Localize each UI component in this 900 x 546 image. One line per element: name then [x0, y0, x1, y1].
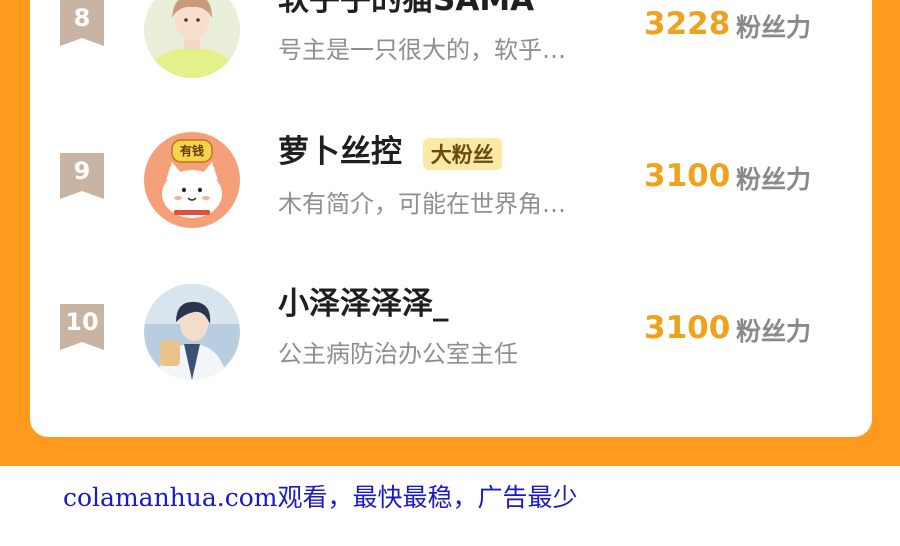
username-text: 萝卜丝控: [278, 134, 402, 170]
fan-power-label: 粉丝力: [736, 13, 812, 42]
user-description: 公主病防治办公室主任: [278, 340, 518, 368]
rank-badge: 9: [60, 153, 104, 199]
username[interactable]: 软乎乎的猫SAMA: [278, 0, 534, 19]
rank-number: 8: [73, 4, 91, 32]
username[interactable]: 小泽泽泽泽_: [278, 278, 449, 323]
footer-watermark-text: colamanhua.com观看，最快最稳，广告最少: [63, 483, 578, 512]
fan-level-badge: 大粉丝: [422, 137, 502, 170]
fan-power-score: 3100: [644, 158, 731, 194]
avatar[interactable]: [144, 284, 240, 380]
avatar[interactable]: [144, 0, 240, 78]
rank-number: 9: [73, 157, 91, 185]
rank-badge: 8: [60, 0, 104, 46]
ranking-row-10[interactable]: 10 小泽泽泽泽_ 公主病防治办公室主任 3100 粉丝力: [30, 284, 872, 410]
ranking-panel: 8 软乎乎的猫SAMA 号主是一只很大的，软乎… 3228 粉丝力 9 有钱 萝…: [30, 0, 872, 437]
rank-badge: 10: [60, 304, 104, 350]
fan-power-label: 粉丝力: [736, 317, 812, 346]
fan-power-label: 粉丝力: [736, 165, 812, 194]
user-description: 木有简介，可能在世界角…: [278, 190, 566, 218]
avatar-coin-text-icon: 有钱: [179, 144, 204, 158]
username-text: 软乎乎的猫SAMA: [278, 0, 535, 18]
username-text: 小泽泽泽泽_: [278, 286, 449, 322]
fan-power-score: 3228: [644, 6, 731, 42]
fan-power-score: 3100: [644, 310, 731, 346]
user-description: 号主是一只很大的，软乎…: [278, 36, 566, 64]
ranking-row-8[interactable]: 8 软乎乎的猫SAMA 号主是一只很大的，软乎… 3228 粉丝力: [30, 0, 872, 106]
username[interactable]: 萝卜丝控 大粉丝: [278, 126, 502, 171]
avatar[interactable]: 有钱: [144, 132, 240, 228]
ranking-row-9[interactable]: 9 有钱 萝卜丝控 大粉丝 木有简介，可能在世界角… 3100 粉丝力: [30, 132, 872, 258]
rank-number: 10: [65, 308, 99, 336]
